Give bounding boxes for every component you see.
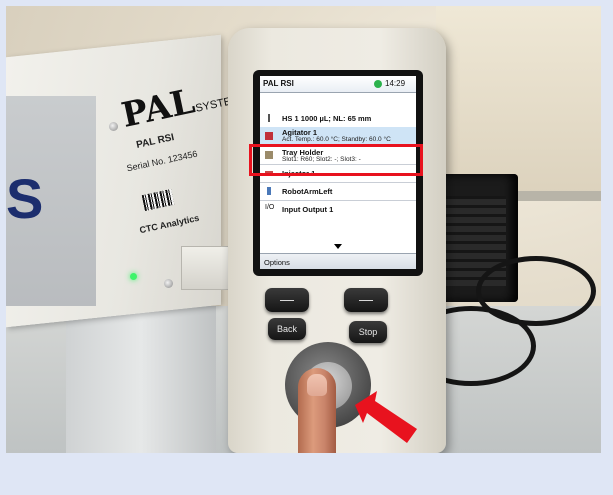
- side-logo: S: [6, 167, 43, 230]
- screen-footer: Options: [260, 253, 416, 269]
- status-led: [130, 273, 137, 280]
- screw: [164, 279, 173, 288]
- back-button[interactable]: Back: [268, 318, 306, 340]
- status-icon: [374, 80, 382, 88]
- photo: S PALSYSTEM PAL RSI Serial No. 123456 CT…: [6, 6, 601, 453]
- highlight-box: [249, 144, 423, 176]
- item-detail: Act. Temp.: 60.0 °C; Standby: 60.0 °C: [282, 136, 391, 143]
- stop-button[interactable]: Stop: [349, 321, 387, 343]
- robot-arm-icon: [267, 187, 271, 195]
- instrument-stand: [66, 306, 216, 453]
- softkey-right-button[interactable]: —: [344, 288, 388, 312]
- screw: [109, 122, 118, 131]
- softkey-left-button[interactable]: —: [265, 288, 309, 312]
- clock: 14:29: [385, 79, 406, 88]
- options-softkey-label: Options: [264, 258, 290, 267]
- scroll-down-icon[interactable]: [334, 244, 342, 249]
- list-item[interactable]: I/O Input Output 1: [260, 201, 416, 218]
- background-wall: [436, 6, 601, 196]
- red-arrow-icon: [355, 391, 417, 443]
- screen-title: PAL RSI: [263, 79, 294, 88]
- item-label: HS 1 1000 µL; NL: 65 mm: [282, 114, 372, 123]
- screen-titlebar: PAL RSI 14:29: [260, 76, 416, 93]
- item-label: RobotArmLeft: [282, 187, 333, 196]
- list-item[interactable]: HS 1 1000 µL; NL: 65 mm: [260, 110, 416, 128]
- list-item[interactable]: RobotArmLeft: [260, 183, 416, 201]
- item-label: Input Output 1: [282, 205, 334, 214]
- agitator-icon: [265, 132, 273, 140]
- io-icon: I/O: [265, 204, 275, 211]
- syringe-icon: [268, 114, 276, 122]
- fingernail: [307, 374, 327, 396]
